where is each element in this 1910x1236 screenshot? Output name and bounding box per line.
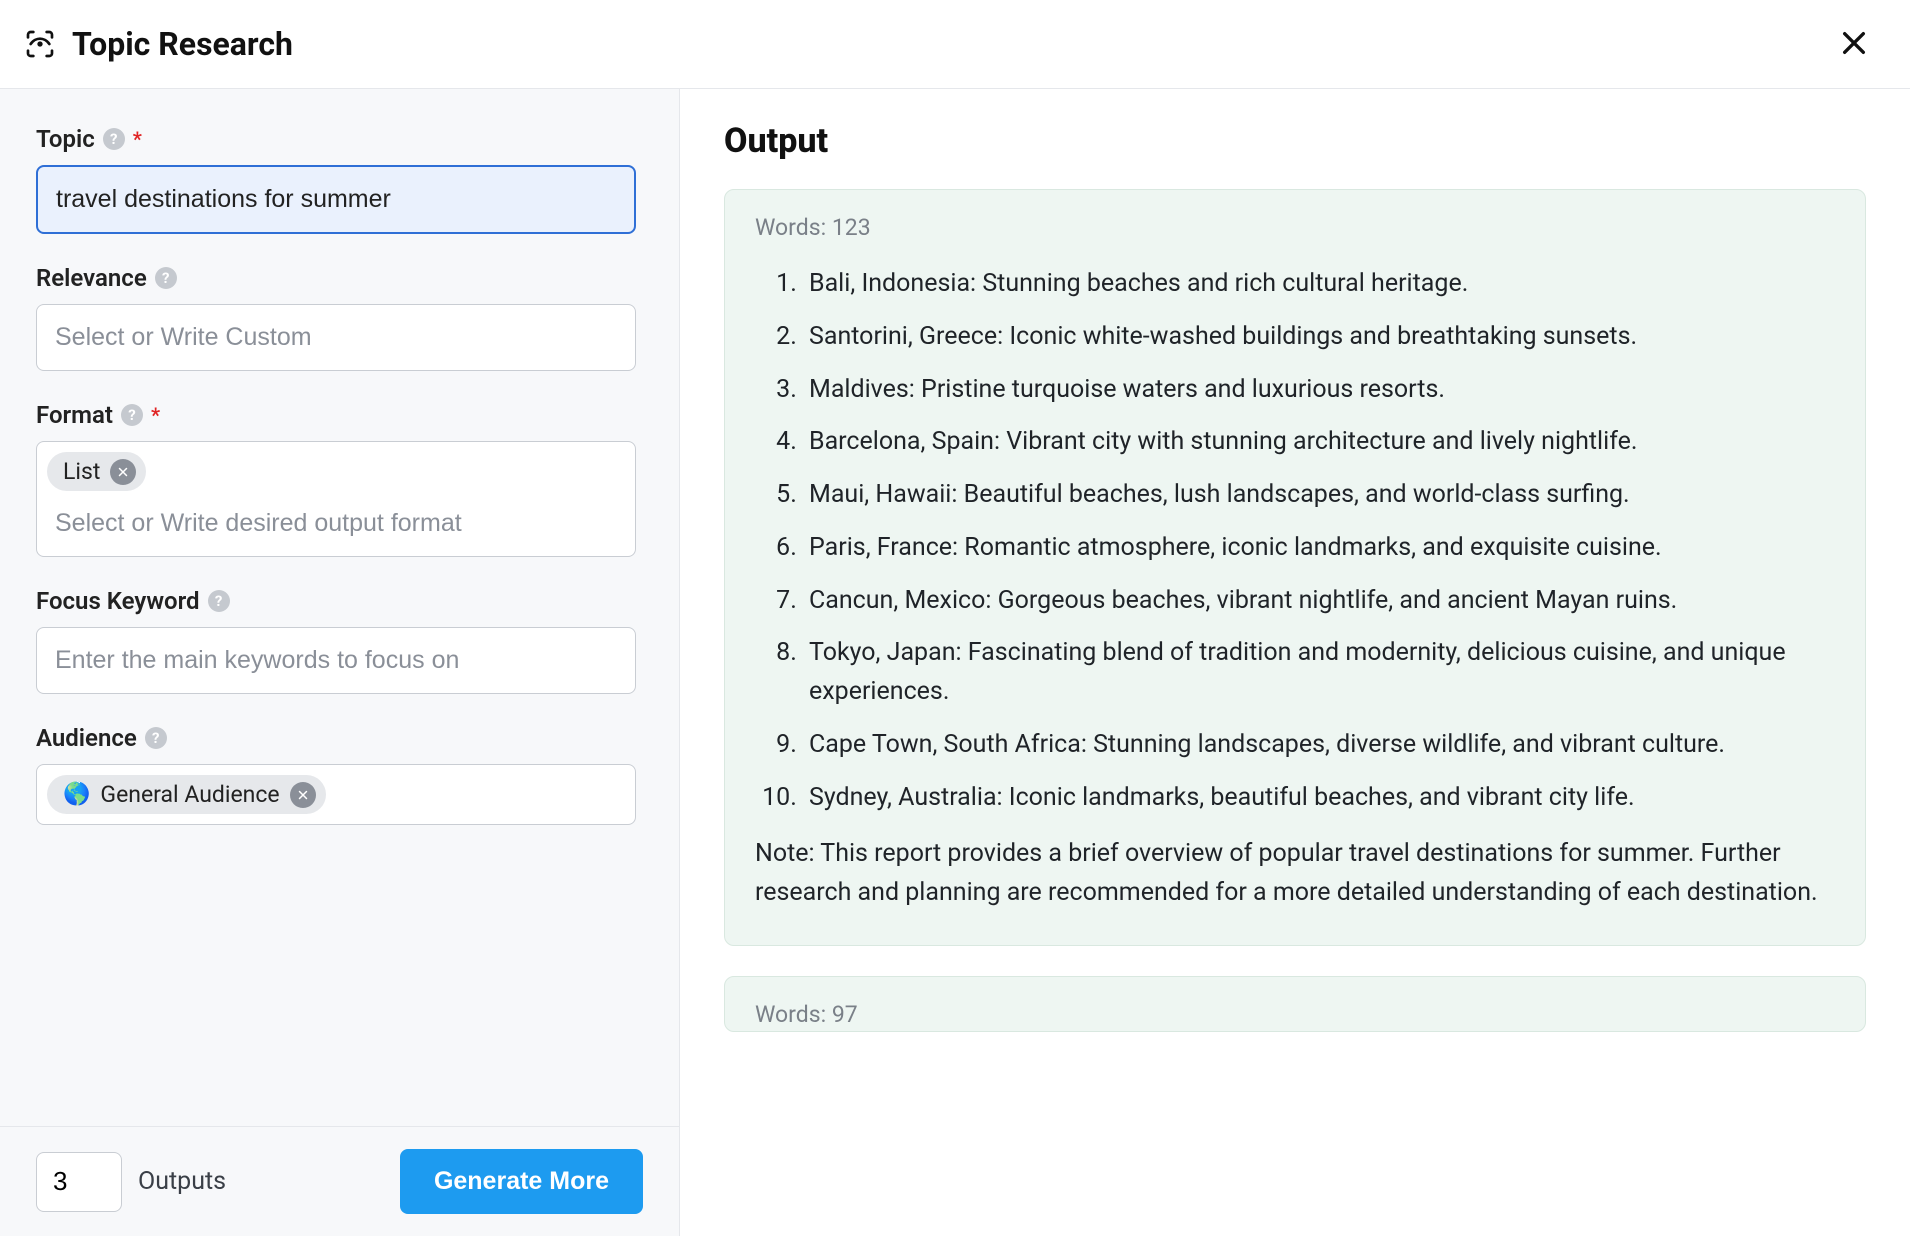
header-left: Topic Research: [24, 25, 293, 63]
list-item: Barcelona, Spain: Vibrant city with stun…: [803, 423, 1835, 462]
tag-remove-icon[interactable]: [110, 459, 136, 485]
modal-body: Topic ? * Relevance ?: [0, 89, 1910, 1236]
generate-more-button[interactable]: Generate More: [400, 1149, 643, 1214]
close-button[interactable]: [1834, 24, 1874, 64]
outputs-count-input[interactable]: [36, 1152, 122, 1212]
relevance-label: Relevance: [36, 264, 147, 292]
list-item: Santorini, Greece: Iconic white-washed b…: [803, 318, 1835, 357]
page-title: Topic Research: [72, 25, 293, 63]
relevance-group: Relevance ?: [36, 264, 643, 371]
list-item: Cape Town, South Africa: Stunning landsc…: [803, 726, 1835, 765]
topic-research-modal: Topic Research Topic ? *: [0, 0, 1910, 1236]
list-item: Tokyo, Japan: Fascinating blend of tradi…: [803, 634, 1835, 712]
format-tag-row: List: [47, 452, 625, 491]
help-icon[interactable]: ?: [121, 404, 143, 426]
format-label: Format: [36, 401, 113, 429]
audience-tag-row: 🌎 General Audience: [47, 775, 625, 814]
form-panel: Topic ? * Relevance ?: [0, 89, 680, 1236]
format-tag-input[interactable]: List: [36, 441, 636, 557]
list-item: Maldives: Pristine turquoise waters and …: [803, 371, 1835, 410]
audience-label-row: Audience ?: [36, 724, 643, 752]
output-list: Bali, Indonesia: Stunning beaches and ri…: [755, 265, 1835, 817]
word-count: Words: 123: [755, 214, 1835, 241]
format-group: Format ? * List: [36, 401, 643, 557]
format-input[interactable]: [47, 499, 625, 550]
format-tag-list: List: [47, 452, 146, 491]
required-star: *: [133, 127, 142, 151]
format-label-row: Format ? *: [36, 401, 643, 429]
word-count: Words: 97: [755, 1001, 1835, 1028]
output-note: Note: This report provides a brief overv…: [755, 835, 1835, 913]
eye-scan-icon: [24, 28, 56, 60]
form-scroll[interactable]: Topic ? * Relevance ?: [0, 89, 679, 1126]
topic-input[interactable]: [36, 165, 636, 234]
audience-tag-general: 🌎 General Audience: [47, 775, 326, 814]
relevance-label-row: Relevance ?: [36, 264, 643, 292]
focus-keyword-label: Focus Keyword: [36, 587, 200, 615]
footer-left: Outputs: [36, 1152, 226, 1212]
required-star: *: [151, 403, 160, 427]
topic-label-row: Topic ? *: [36, 125, 643, 153]
output-card[interactable]: Words: 97: [724, 976, 1866, 1032]
outputs-label: Outputs: [138, 1167, 226, 1196]
help-icon[interactable]: ?: [155, 267, 177, 289]
output-panel: Output Words: 123 Bali, Indonesia: Stunn…: [680, 89, 1910, 1236]
tag-label: List: [63, 458, 100, 485]
close-icon: [1838, 27, 1870, 62]
list-item: Paris, France: Romantic atmosphere, icon…: [803, 529, 1835, 568]
tag-remove-icon[interactable]: [290, 782, 316, 808]
help-icon[interactable]: ?: [145, 727, 167, 749]
focus-keyword-input[interactable]: [36, 627, 636, 694]
output-title: Output: [724, 121, 1866, 161]
audience-tag-input[interactable]: 🌎 General Audience: [36, 764, 636, 825]
modal-header: Topic Research: [0, 0, 1910, 89]
help-icon[interactable]: ?: [103, 128, 125, 150]
relevance-input[interactable]: [36, 304, 636, 371]
list-item: Maui, Hawaii: Beautiful beaches, lush la…: [803, 476, 1835, 515]
topic-group: Topic ? *: [36, 125, 643, 234]
list-item: Bali, Indonesia: Stunning beaches and ri…: [803, 265, 1835, 304]
list-item: Sydney, Australia: Iconic landmarks, bea…: [803, 779, 1835, 818]
topic-label: Topic: [36, 125, 95, 153]
form-footer: Outputs Generate More: [0, 1126, 679, 1236]
list-item: Cancun, Mexico: Gorgeous beaches, vibran…: [803, 582, 1835, 621]
output-scroll[interactable]: Words: 123 Bali, Indonesia: Stunning bea…: [724, 189, 1866, 1236]
globe-icon: 🌎: [63, 782, 90, 807]
focus-keyword-label-row: Focus Keyword ?: [36, 587, 643, 615]
focus-keyword-group: Focus Keyword ?: [36, 587, 643, 694]
audience-group: Audience ? 🌎 General Audience: [36, 724, 643, 825]
tag-label: General Audience: [100, 781, 279, 808]
help-icon[interactable]: ?: [208, 590, 230, 612]
output-card[interactable]: Words: 123 Bali, Indonesia: Stunning bea…: [724, 189, 1866, 946]
audience-label: Audience: [36, 724, 137, 752]
